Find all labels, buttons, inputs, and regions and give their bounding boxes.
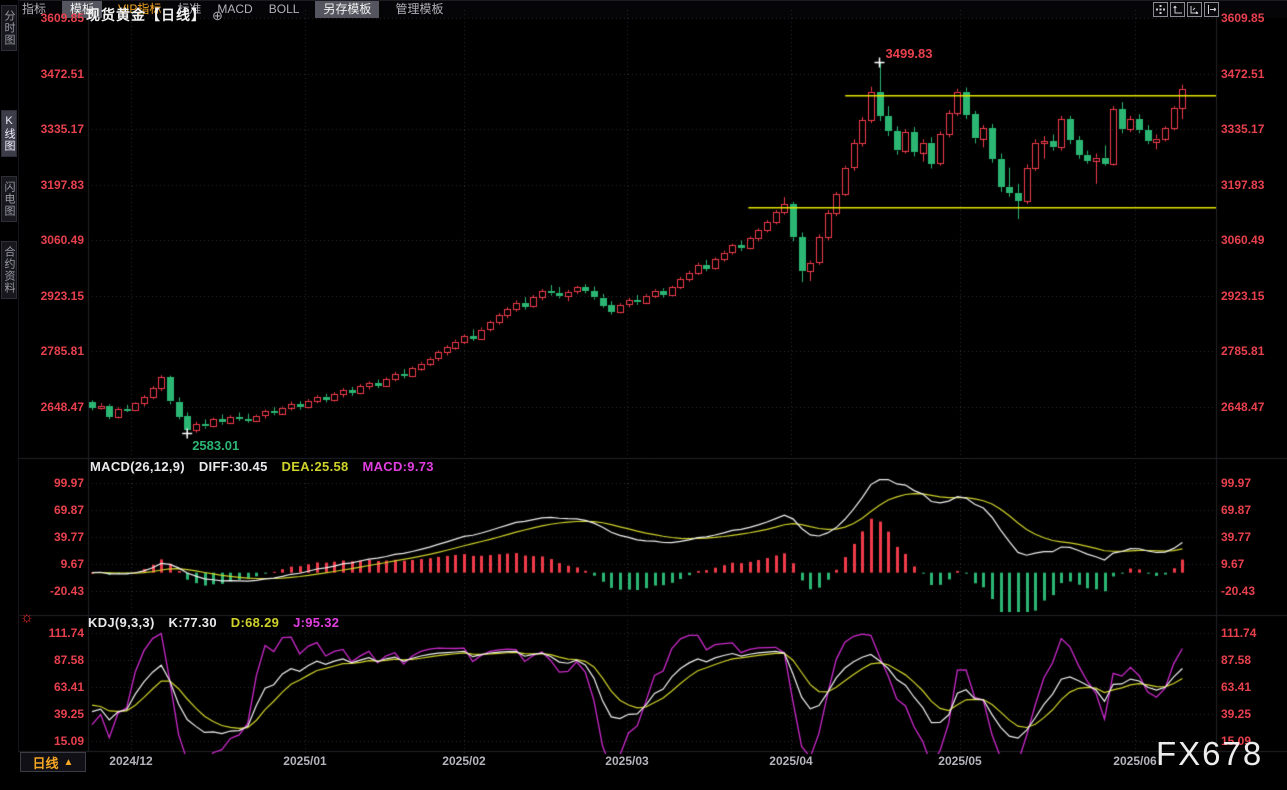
sidebar-tab-3[interactable]: 闪电图 [1, 176, 17, 222]
y-axis-tick: 3609.85 [1221, 11, 1264, 25]
macd-dea-value: DEA:25.58 [282, 459, 349, 474]
title-row: 现货黄金【日线】 ⊕ [86, 5, 224, 25]
macd-diff-value: DIFF:30.45 [199, 459, 268, 474]
y-axis-tick: 9.67 [1221, 557, 1244, 571]
y-axis-tick: 99.97 [1221, 476, 1251, 490]
pan-crosshair-glyph [1156, 5, 1165, 14]
period-label: 日线 [33, 753, 59, 772]
kdj-d-value: D:68.29 [231, 615, 279, 630]
chart-window: 分时图K线图闪电图合约资料 现货黄金【日线】⊕ 3609. [0, 0, 1287, 18]
y-axis-tick: 2648.47 [1221, 400, 1264, 414]
add-indicator-icon[interactable]: ⊕ [212, 8, 224, 23]
scale-y-axis-glyph [1173, 5, 1182, 14]
y-axis-tick: 39.77 [1221, 530, 1251, 544]
scale-x-axis-icon[interactable] [1187, 2, 1202, 17]
left-sidebar: 分时图 K线图闪电图合约资料 [0, 0, 19, 752]
x-axis-tick: 2025/04 [769, 754, 812, 768]
watermark: FX678 [1156, 735, 1263, 773]
y-axis-tick: 3335.17 [1221, 122, 1264, 136]
shift-right-glyph [1207, 5, 1216, 14]
low-annotation: 2583.01 [192, 438, 239, 453]
x-axis-tick: 2025/05 [938, 754, 981, 768]
kdj-k-value: K:77.30 [169, 615, 217, 630]
x-axis-tick: 2024/12 [109, 754, 152, 768]
arrow-up-icon: ▲ [64, 757, 74, 768]
y-axis-tick: 3472.51 [1221, 67, 1264, 81]
macd-label-row: MACD(26,12,9) DIFF:30.45 DEA:25.58 MACD:… [90, 459, 444, 474]
sidebar-tab-2[interactable]: K线图 [1, 110, 17, 157]
x-axis-tick: 2025/03 [605, 754, 648, 768]
shift-right-icon[interactable] [1204, 2, 1219, 17]
chart-canvas[interactable] [0, 0, 1287, 790]
y-axis-tick: 39.25 [1221, 707, 1251, 721]
sidebar-tab-1[interactable]: 分时图 [1, 5, 17, 51]
pan-crosshair-icon[interactable] [1153, 2, 1168, 17]
y-axis-tick: 87.58 [1221, 653, 1251, 667]
high-annotation: 3499.83 [886, 46, 933, 61]
period-selector[interactable]: 日线 ▲ [20, 752, 86, 772]
macd-value: MACD:9.73 [362, 459, 433, 474]
y-axis-tick: 2923.15 [1221, 289, 1264, 303]
y-axis-tick: 63.41 [1221, 680, 1251, 694]
y-axis-tick: 2785.81 [1221, 344, 1264, 358]
y-axis-tick: 69.87 [1221, 503, 1251, 517]
y-axis-tick: 3197.83 [1221, 178, 1264, 192]
x-axis-tick: 2025/01 [283, 754, 326, 768]
page-title: 现货黄金【日线】 [86, 7, 206, 23]
y-axis-tick: -20.43 [1221, 584, 1255, 598]
macd-indicator-name: MACD(26,12,9) [90, 459, 185, 474]
kdj-indicator-name: KDJ(9,3,3) [88, 615, 155, 630]
y-axis-tick: 3060.49 [1221, 233, 1264, 247]
kdj-label-row: KDJ(9,3,3) K:77.30 D:68.29 J:95.32 [88, 615, 349, 630]
chart-toolbar [1153, 2, 1219, 17]
sidebar-tab-4[interactable]: 合约资料 [1, 241, 17, 299]
scale-x-axis-glyph [1190, 5, 1199, 14]
x-axis-tick: 2025/06 [1113, 754, 1156, 768]
scale-y-axis-icon[interactable] [1170, 2, 1185, 17]
y-axis-tick: 111.74 [1221, 626, 1256, 640]
kdj-j-value: J:95.32 [293, 615, 339, 630]
hot-indicator-icon[interactable]: ☼ [20, 610, 34, 625]
x-axis-tick: 2025/02 [442, 754, 485, 768]
